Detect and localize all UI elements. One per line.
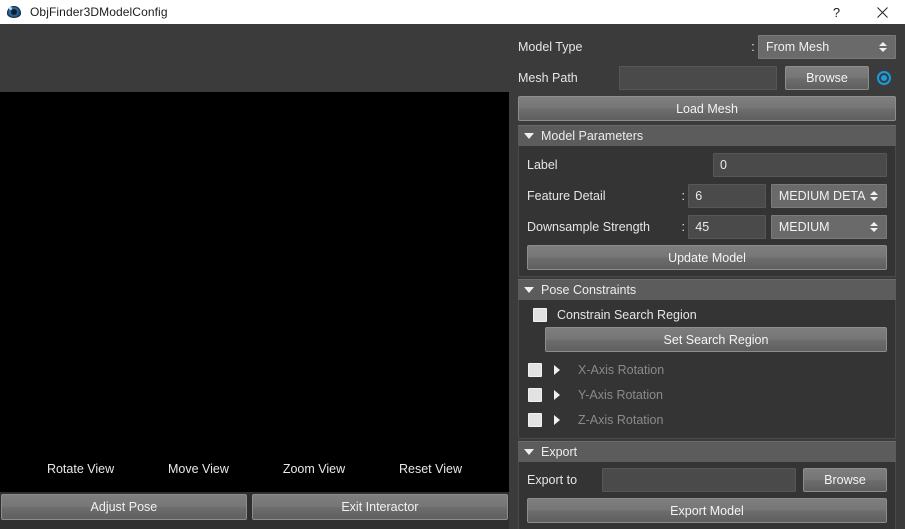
constrain-search-region-checkbox[interactable] — [533, 308, 547, 322]
y-axis-rotation-row[interactable]: Y-Axis Rotation — [527, 382, 887, 407]
z-axis-rotation-label: Z-Axis Rotation — [578, 412, 664, 427]
z-axis-rotation-row[interactable]: Z-Axis Rotation — [527, 407, 887, 432]
mesh-path-row: Mesh Path Browse — [518, 65, 896, 91]
chevron-down-icon[interactable] — [524, 287, 534, 293]
set-search-region-container: Set Search Region — [527, 327, 887, 352]
3d-viewport[interactable]: Rotate View Move View Zoom View Reset Vi… — [0, 92, 509, 492]
pose-constraints-body: Constrain Search Region Set Search Regio… — [518, 300, 896, 439]
pose-constraints-header[interactable]: Pose Constraints — [518, 279, 896, 300]
model-parameters-group: Model Parameters Label 0 Feature Detail … — [518, 125, 896, 277]
mesh-path-label: Mesh Path — [518, 71, 578, 85]
model-parameters-title: Model Parameters — [541, 129, 644, 143]
chevron-down-icon[interactable] — [524, 133, 534, 139]
x-axis-rotation-label: X-Axis Rotation — [578, 362, 665, 377]
constrain-search-region-row[interactable]: Constrain Search Region — [527, 303, 887, 327]
model-parameters-body: Label 0 Feature Detail : 6 MEDIUM DETA D… — [518, 146, 896, 277]
mesh-path-browse-button[interactable]: Browse — [785, 66, 869, 90]
export-to-browse-button[interactable]: Browse — [803, 468, 887, 492]
export-to-row: Export to Browse — [527, 467, 887, 493]
export-to-label: Export to — [527, 473, 578, 487]
feature-detail-label: Feature Detail — [527, 189, 606, 203]
downsample-strength-label: Downsample Strength — [527, 220, 650, 234]
x-axis-rotation-row[interactable]: X-Axis Rotation — [527, 357, 887, 382]
downsample-strength-input[interactable]: 45 — [688, 215, 766, 239]
config-panel: Model Type : From Mesh Mesh Path Browse … — [509, 24, 905, 529]
feature-detail-row: Feature Detail : 6 MEDIUM DETA — [527, 183, 887, 209]
pose-constraints-group: Pose Constraints Constrain Search Region… — [518, 279, 896, 439]
label-field-label: Label — [527, 158, 558, 172]
update-model-button[interactable]: Update Model — [527, 245, 887, 270]
chevron-updown-icon[interactable] — [868, 188, 879, 204]
chevron-updown-icon[interactable] — [868, 219, 879, 235]
model-type-value: From Mesh — [766, 40, 830, 54]
mesh-path-status-radio-icon[interactable] — [876, 70, 892, 86]
pose-constraints-title: Pose Constraints — [541, 283, 637, 297]
feature-detail-preset-combobox[interactable]: MEDIUM DETA — [770, 184, 887, 208]
rotate-view-label[interactable]: Rotate View — [47, 462, 114, 476]
close-icon — [876, 6, 888, 18]
zoom-view-label[interactable]: Zoom View — [283, 462, 345, 476]
model-type-label: Model Type — [518, 40, 583, 54]
chevron-down-icon[interactable] — [524, 449, 534, 455]
y-axis-rotation-checkbox[interactable] — [528, 387, 542, 402]
downsample-strength-colon: : — [681, 220, 686, 234]
downsample-strength-preset-combobox[interactable]: MEDIUM — [770, 215, 887, 239]
downsample-strength-preset-value: MEDIUM — [778, 220, 830, 234]
load-mesh-button[interactable]: Load Mesh — [518, 96, 896, 121]
app-eye-icon — [6, 4, 22, 20]
export-title: Export — [541, 445, 578, 459]
window-title: ObjFinder3DModelConfig — [30, 5, 168, 19]
export-model-button[interactable]: Export Model — [527, 498, 887, 523]
title-bar: ObjFinder3DModelConfig ? — [0, 0, 905, 24]
model-parameters-header[interactable]: Model Parameters — [518, 125, 896, 146]
move-view-label[interactable]: Move View — [168, 462, 229, 476]
model-type-row: Model Type : From Mesh — [518, 34, 896, 60]
viewport-bottom-buttons: Adjust Pose Exit Interactor — [0, 494, 509, 520]
set-search-region-button[interactable]: Set Search Region — [545, 327, 887, 352]
label-field-input[interactable]: 0 — [713, 153, 887, 177]
app-window: ObjFinder3DModelConfig ? Rotate View Mov… — [0, 0, 905, 529]
export-header[interactable]: Export — [518, 441, 896, 462]
y-axis-rotation-label: Y-Axis Rotation — [578, 387, 663, 402]
mesh-path-input[interactable] — [619, 66, 777, 90]
chevron-right-icon[interactable] — [554, 364, 560, 375]
viewport-tool-labels: Rotate View Move View Zoom View Reset Vi… — [0, 462, 509, 476]
chevron-right-icon[interactable] — [554, 389, 560, 400]
help-button[interactable]: ? — [814, 0, 859, 24]
adjust-pose-button[interactable]: Adjust Pose — [1, 494, 247, 520]
z-axis-rotation-checkbox[interactable] — [528, 412, 542, 427]
question-mark-icon: ? — [832, 4, 841, 20]
export-group: Export Export to Browse Export Model — [518, 441, 896, 529]
export-body: Export to Browse Export Model — [518, 462, 896, 529]
feature-detail-input[interactable]: 6 — [688, 184, 766, 208]
close-button[interactable] — [859, 0, 905, 24]
downsample-strength-row: Downsample Strength : 45 MEDIUM — [527, 214, 887, 240]
constrain-search-region-label: Constrain Search Region — [557, 308, 697, 322]
export-to-input[interactable] — [601, 468, 796, 492]
chevron-updown-icon[interactable] — [877, 39, 888, 55]
model-type-colon: : — [751, 40, 755, 54]
label-row: Label 0 — [527, 152, 887, 178]
model-type-combobox[interactable]: From Mesh — [758, 35, 896, 59]
feature-detail-colon: : — [681, 189, 686, 203]
chevron-right-icon[interactable] — [554, 414, 560, 425]
x-axis-rotation-checkbox[interactable] — [528, 362, 542, 377]
exit-interactor-button[interactable]: Exit Interactor — [251, 494, 508, 520]
feature-detail-preset-value: MEDIUM DETA — [778, 189, 866, 203]
reset-view-label[interactable]: Reset View — [399, 462, 462, 476]
